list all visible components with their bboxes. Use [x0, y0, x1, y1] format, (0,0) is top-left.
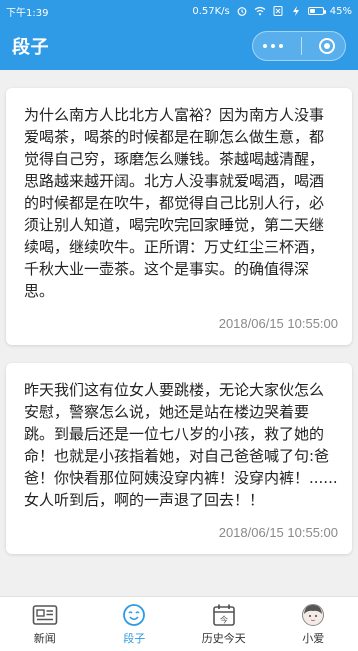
news-icon — [32, 603, 58, 627]
tab-history-today[interactable]: 今 历史今天 — [179, 597, 269, 651]
battery-level — [309, 9, 316, 13]
charging-icon — [290, 6, 302, 16]
joke-card[interactable]: 为什么南方人比北方人富裕？因为南方人没事爱喝茶，喝茶的时候都是在聊怎么做生意，都… — [6, 88, 352, 345]
joke-time: 2018/06/15 10:55:00 — [218, 316, 338, 331]
tab-label-news: 新闻 — [33, 631, 56, 645]
calendar-today-icon: 今 — [211, 603, 237, 627]
tab-jokes[interactable]: 段子 — [90, 597, 180, 651]
network-speed: 0.57K/s — [192, 5, 230, 17]
more-dots-icon[interactable] — [263, 44, 283, 48]
tab-label-history: 历史今天 — [201, 631, 246, 645]
miniapp-close-icon[interactable] — [319, 38, 335, 54]
miniapp-capsule — [252, 31, 346, 61]
tab-label-jokes: 段子 — [123, 631, 146, 645]
bottom-tab-bar: 新闻 段子 今 历史今天 小爱 — [0, 596, 358, 651]
avatar-girl-icon — [300, 603, 326, 627]
svg-text:今: 今 — [220, 614, 228, 624]
no-sim-icon — [272, 6, 284, 16]
joke-text: 为什么南方人比北方人富裕？因为南方人没事爱喝茶，喝茶的时候都是在聊怎么做生意，都… — [24, 106, 325, 300]
status-right: 0.57K/s 45% — [192, 6, 352, 17]
battery-percent: 45% — [329, 5, 352, 17]
status-time: 下午1:39 — [6, 7, 49, 19]
alarm-icon — [236, 6, 248, 16]
page-title: 段子 — [12, 37, 49, 58]
status-bar: 下午1:39 0.57K/s 45% — [0, 0, 358, 22]
battery-icon — [307, 7, 326, 15]
tab-news[interactable]: 新闻 — [0, 597, 90, 651]
wifi-icon — [254, 6, 266, 16]
joke-time: 2018/06/15 10:55:00 — [218, 525, 338, 540]
capsule-divider — [300, 37, 302, 55]
smile-face-icon — [121, 603, 147, 627]
joke-card[interactable]: 昨天我们这有位女人要跳楼，无论大家伙怎么安慰，警察怎么说，她还是站在楼边哭着要跳… — [6, 363, 352, 554]
tab-xiaoai[interactable]: 小爱 — [269, 597, 358, 651]
joke-list[interactable]: 为什么南方人比北方人富裕？因为南方人没事爱喝茶，喝茶的时候都是在聊怎么做生意，都… — [0, 70, 358, 597]
tab-label-xiaoai: 小爱 — [302, 631, 325, 645]
title-bar: 段子 — [0, 22, 358, 70]
joke-text: 昨天我们这有位女人要跳楼，无论大家伙怎么安慰，警察怎么说，她还是站在楼边哭着要跳… — [24, 381, 338, 509]
